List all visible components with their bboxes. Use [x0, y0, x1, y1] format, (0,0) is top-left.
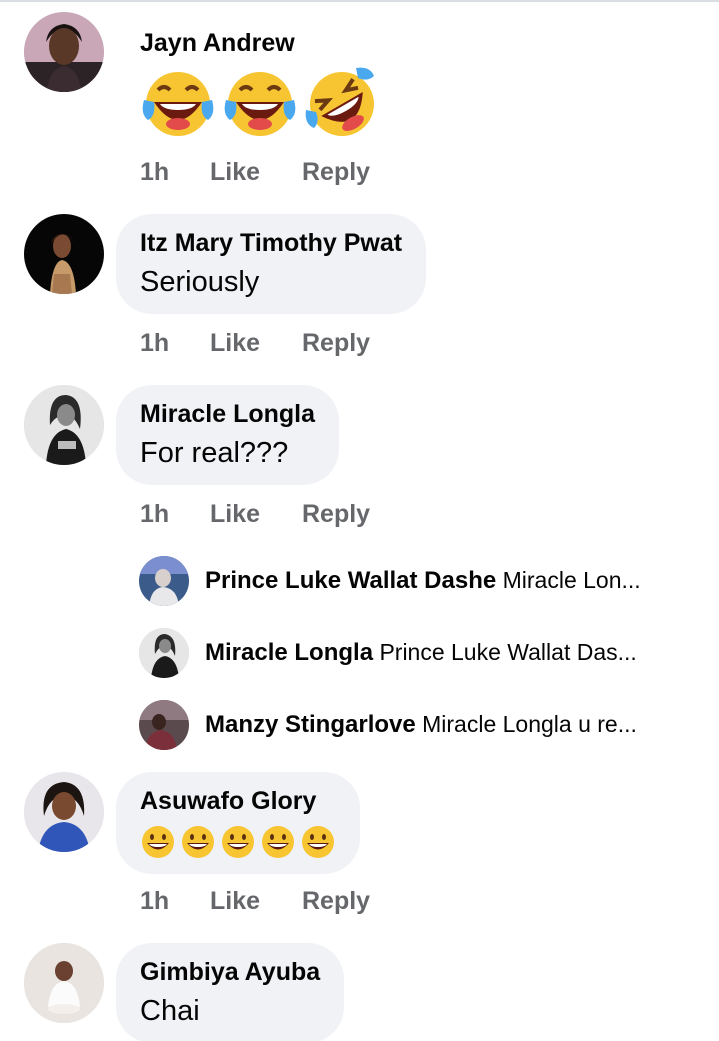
avatar[interactable]: [139, 628, 189, 678]
avatar-photo: [139, 628, 189, 678]
comment-bubble: Gimbiya Ayuba Chai: [116, 943, 345, 1041]
grinning-emoji: [262, 826, 294, 858]
like-button[interactable]: Like: [210, 500, 302, 529]
grinning-emoji: [142, 826, 174, 858]
comment-actions: 1h Like Reply: [140, 158, 370, 187]
avatar-photo: [24, 943, 104, 1023]
comment-author[interactable]: Itz Mary Timothy Pwat: [140, 228, 402, 258]
reply-button[interactable]: Reply: [302, 500, 370, 529]
comment-author[interactable]: Asuwafo Glory: [140, 786, 336, 816]
avatar[interactable]: [24, 943, 104, 1023]
comment-text: Chai: [140, 995, 200, 1027]
avatar-photo: [24, 385, 104, 465]
comment-text: Seriously: [140, 266, 260, 298]
emoji-group: [140, 824, 336, 860]
tears-of-joy-emoji: [224, 72, 296, 136]
avatar[interactable]: [24, 12, 104, 92]
avatar-photo: [24, 214, 104, 294]
reply-item[interactable]: Manzy Stingarlove Miracle Longla u re...: [205, 709, 705, 740]
avatar-photo: [139, 700, 189, 750]
reply-item[interactable]: Miracle Longla Prince Luke Wallat Das...: [205, 637, 705, 668]
comment-actions: 1h Like Reply: [140, 329, 370, 358]
emoji-group: [140, 66, 380, 142]
comment-time[interactable]: 1h: [140, 887, 210, 916]
reply-author[interactable]: Prince Luke Wallat Dashe: [205, 567, 496, 594]
comment-author[interactable]: Miracle Longla: [140, 399, 315, 429]
tears-of-joy-emoji: [142, 72, 214, 136]
avatar[interactable]: [24, 385, 104, 465]
avatar-photo: [24, 772, 104, 852]
grinning-emoji: [222, 826, 254, 858]
comment-body: Jayn Andrew: [140, 28, 380, 142]
avatar[interactable]: [24, 214, 104, 294]
comment-text: For real???: [140, 437, 289, 469]
reply-item[interactable]: Prince Luke Wallat Dashe Miracle Lon...: [205, 565, 705, 596]
reply-button[interactable]: Reply: [302, 887, 370, 916]
avatar[interactable]: [139, 700, 189, 750]
comment-actions: 1h Like Reply: [140, 500, 370, 529]
comment-bubble: Miracle Longla For real???: [116, 385, 340, 485]
like-button[interactable]: Like: [210, 329, 302, 358]
like-button[interactable]: Like: [210, 887, 302, 916]
comment-author[interactable]: Jayn Andrew: [140, 28, 380, 58]
reply-preview: Miracle Longla u re...: [422, 711, 637, 737]
reply-author[interactable]: Manzy Stingarlove: [205, 711, 416, 738]
reply-preview: Miracle Lon...: [502, 567, 641, 593]
grinning-emoji: [182, 826, 214, 858]
comment-bubble: Itz Mary Timothy Pwat Seriously: [116, 214, 427, 314]
avatar-photo: [24, 12, 104, 92]
rolling-laughing-emoji: [305, 67, 374, 136]
comment-author[interactable]: Gimbiya Ayuba: [140, 957, 320, 987]
like-button[interactable]: Like: [210, 158, 302, 187]
reply-button[interactable]: Reply: [302, 329, 370, 358]
grinning-emoji: [302, 826, 334, 858]
reply-author[interactable]: Miracle Longla: [205, 639, 373, 666]
comment-time[interactable]: 1h: [140, 158, 210, 187]
reply-button[interactable]: Reply: [302, 158, 370, 187]
avatar[interactable]: [139, 556, 189, 606]
reply-preview: Prince Luke Wallat Das...: [379, 639, 637, 665]
avatar[interactable]: [24, 772, 104, 852]
comment-bubble: Asuwafo Glory: [116, 772, 360, 874]
comment-actions: 1h Like Reply: [140, 887, 370, 916]
top-divider: [0, 0, 719, 2]
comment-time[interactable]: 1h: [140, 329, 210, 358]
avatar-photo: [139, 556, 189, 606]
comment-time[interactable]: 1h: [140, 500, 210, 529]
